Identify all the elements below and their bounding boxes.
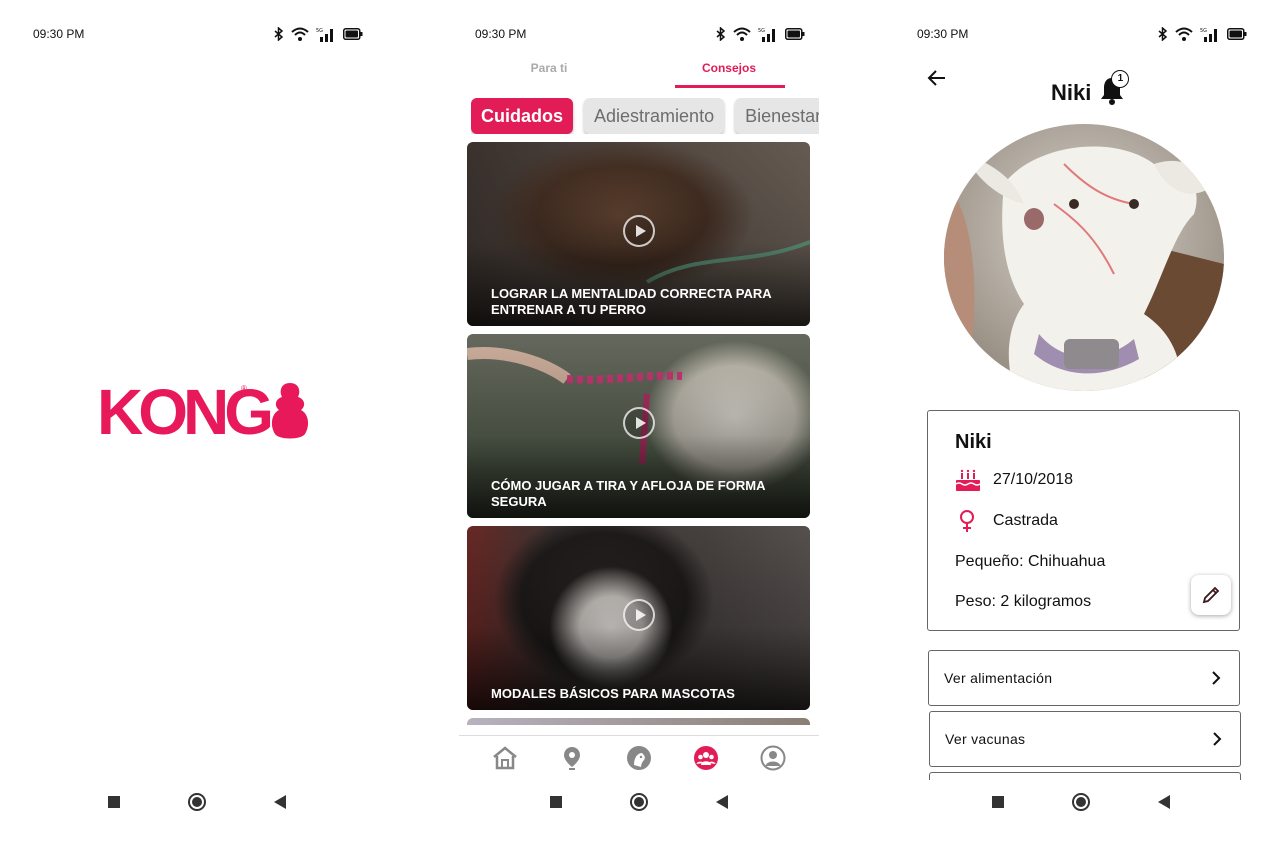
link-label: Ver alimentación (944, 670, 1053, 686)
chevron-right-icon (1212, 671, 1221, 685)
sex-row: Castrada (955, 509, 1058, 533)
status-bar: 09:30 PM 5G (33, 26, 363, 42)
status-bar: 09:30 PM 5G (475, 26, 805, 42)
signal-icon: 5G (316, 28, 333, 42)
tab-consejos[interactable]: Consejos (639, 54, 819, 88)
sex-status: Castrada (993, 512, 1058, 529)
profile-icon[interactable] (759, 744, 787, 772)
recent-apps-button[interactable] (550, 796, 562, 808)
bluetooth-icon (716, 27, 726, 41)
bluetooth-icon (1158, 27, 1168, 41)
ver-alimentacion-button[interactable]: Ver alimentación (928, 650, 1240, 706)
kong-toy-icon (271, 383, 309, 439)
wifi-icon (1175, 27, 1193, 41)
registered-mark: ® (241, 384, 247, 393)
svg-text:5G: 5G (1200, 28, 1207, 34)
home-button[interactable] (1072, 793, 1090, 811)
video-card[interactable]: MODALES BÁSICOS PARA MASCOTAS (467, 526, 810, 710)
recent-apps-button[interactable] (108, 796, 120, 808)
page-title: Niki (1051, 80, 1092, 105)
play-icon[interactable] (623, 599, 655, 631)
status-bar: 09:30 PM 5G (917, 26, 1247, 42)
system-nav-bar (17, 789, 377, 815)
breed-row: Pequeño: Chihuahua (955, 553, 1105, 571)
video-title: LOGRAR LA MENTALIDAD CORRECTA PARA ENTRE… (491, 286, 772, 317)
link-label: Ver vacunas (945, 731, 1026, 747)
video-card[interactable]: CÓMO JUGAR A TIRA Y AFLOJA DE FORMA SEGU… (467, 334, 810, 518)
bottom-navigation (459, 735, 819, 779)
chihuahua-photo (944, 124, 1224, 391)
chip-bienestar[interactable]: Bienestar (735, 98, 819, 134)
kong-logo: KONG ® (97, 380, 311, 444)
weight-row: Peso: 2 kilogramos (955, 593, 1091, 611)
tab-para-ti[interactable]: Para ti (459, 54, 639, 88)
chip-adiestramiento[interactable]: Adiestramiento (584, 98, 725, 134)
battery-icon (785, 28, 805, 40)
play-icon[interactable] (623, 215, 655, 247)
pet-photo (944, 124, 1224, 391)
status-time: 09:30 PM (475, 27, 527, 41)
video-list: LOGRAR LA MENTALIDAD CORRECTA PARA ENTRE… (467, 142, 810, 725)
wifi-icon (291, 27, 309, 41)
pet-profile-screen: 09:30 PM 5G Niki 1 Niki 27/10/2018 Castr… (901, 0, 1261, 846)
house-icon[interactable] (491, 744, 519, 772)
pencil-icon (1202, 586, 1220, 604)
video-title: CÓMO JUGAR A TIRA Y AFLOJA DE FORMA SEGU… (491, 478, 765, 509)
edit-button[interactable] (1191, 575, 1231, 615)
video-card[interactable]: LOGRAR LA MENTALIDAD CORRECTA PARA ENTRE… (467, 142, 810, 326)
notification-badge: 1 (1111, 70, 1130, 88)
video-title: MODALES BÁSICOS PARA MASCOTAS (491, 686, 735, 701)
system-nav-bar (901, 789, 1261, 815)
community-icon[interactable] (692, 744, 720, 772)
status-time: 09:30 PM (917, 27, 969, 41)
battery-icon (343, 28, 363, 40)
pet-name: Niki (955, 431, 992, 453)
signal-icon: 5G (1200, 28, 1217, 42)
weight: Peso: 2 kilogramos (955, 593, 1092, 610)
system-nav-bar (459, 789, 819, 815)
birthday-cake-icon (955, 469, 981, 491)
video-card[interactable] (467, 718, 810, 725)
top-tabs: Para ti Consejos (459, 54, 819, 88)
svg-text:5G: 5G (758, 28, 765, 34)
birthdate-row: 27/10/2018 (955, 468, 1073, 492)
splash-screen: 09:30 PM 5G KONG ® (17, 0, 377, 846)
wifi-icon (733, 27, 751, 41)
notifications-button[interactable]: 1 (1099, 70, 1130, 106)
back-button[interactable] (1158, 795, 1170, 809)
location-pin-icon[interactable] (558, 744, 586, 772)
chip-cuidados[interactable]: Cuidados (471, 98, 574, 134)
recent-apps-button[interactable] (992, 796, 1004, 808)
female-symbol-icon (960, 510, 974, 532)
category-chips: Cuidados Adiestramiento Bienestar (471, 98, 819, 134)
back-arrow-icon[interactable] (925, 66, 949, 90)
home-button[interactable] (630, 793, 648, 811)
breed: Pequeño: Chihuahua (955, 553, 1106, 570)
battery-icon (1227, 28, 1247, 40)
signal-icon: 5G (758, 28, 775, 42)
back-button[interactable] (274, 795, 286, 809)
birthdate: 27/10/2018 (993, 471, 1074, 488)
svg-text:5G: 5G (316, 28, 323, 34)
home-button[interactable] (188, 793, 206, 811)
bluetooth-icon (274, 27, 284, 41)
back-button[interactable] (716, 795, 728, 809)
pet-header: Niki 1 (1051, 70, 1130, 106)
chevron-right-icon (1213, 732, 1222, 746)
pet-info-card: Niki 27/10/2018 Castrada Pequeño: Chihua… (927, 410, 1240, 631)
next-link-button[interactable] (929, 772, 1241, 780)
tips-screen: 09:30 PM 5G Para ti Consejos Cuidados Ad… (459, 0, 819, 846)
play-icon[interactable] (623, 407, 655, 439)
ver-vacunas-button[interactable]: Ver vacunas (929, 711, 1241, 767)
dog-head-icon[interactable] (625, 744, 653, 772)
status-time: 09:30 PM (33, 27, 85, 41)
